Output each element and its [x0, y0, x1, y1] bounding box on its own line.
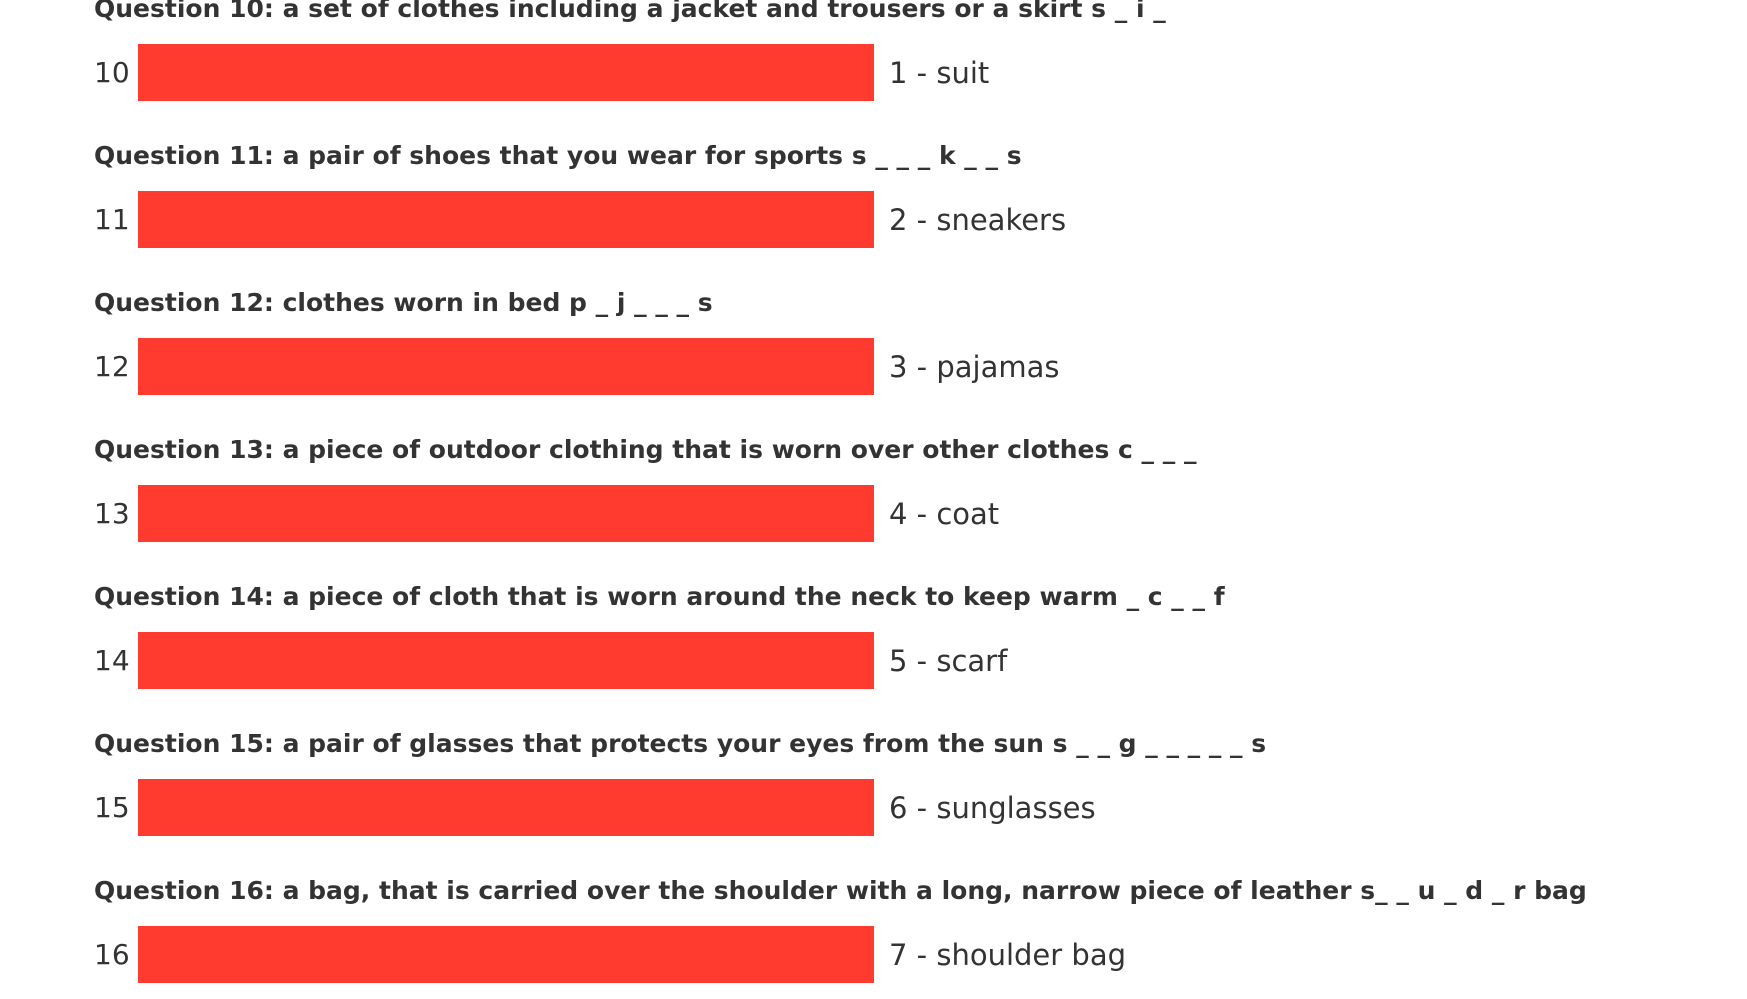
matched-answer: 1 - suit: [889, 56, 990, 90]
question-text: Question 10: a set of clothes including …: [94, 0, 1166, 23]
question-number: 13: [94, 497, 130, 530]
question-block-15: Question 15: a pair of glasses that prot…: [94, 705, 1654, 852]
question-number: 10: [94, 56, 130, 89]
question-block-16: Question 16: a bag, that is carried over…: [94, 852, 1654, 999]
question-block-12: Question 12: clothes worn in bed p _ j _…: [94, 264, 1654, 411]
answer-row: 14 5 - scarf: [94, 632, 1494, 689]
question-number: 14: [94, 644, 130, 677]
matched-answer: 2 - sneakers: [889, 203, 1067, 237]
question-block-14: Question 14: a piece of cloth that is wo…: [94, 558, 1654, 705]
question-number: 11: [94, 203, 130, 236]
question-text: Question 11: a pair of shoes that you we…: [94, 141, 1022, 170]
matched-answer: 5 - scarf: [889, 644, 1008, 678]
matched-answer: 3 - pajamas: [889, 350, 1060, 384]
question-number: 12: [94, 350, 130, 383]
question-block-13: Question 13: a piece of outdoor clothing…: [94, 411, 1654, 558]
answer-drop-zone[interactable]: [138, 191, 874, 248]
question-block-11: Question 11: a pair of shoes that you we…: [94, 117, 1654, 264]
answer-row: 12 3 - pajamas: [94, 338, 1494, 395]
answer-row: 16 7 - shoulder bag: [94, 926, 1494, 983]
answer-drop-zone[interactable]: [138, 632, 874, 689]
quiz-list: Question 10: a set of clothes including …: [94, 0, 1654, 999]
answer-row: 13 4 - coat: [94, 485, 1494, 542]
answer-drop-zone[interactable]: [138, 926, 874, 983]
question-text: Question 12: clothes worn in bed p _ j _…: [94, 288, 713, 317]
answer-row: 11 2 - sneakers: [94, 191, 1494, 248]
answer-drop-zone[interactable]: [138, 779, 874, 836]
question-text: Question 15: a pair of glasses that prot…: [94, 729, 1267, 758]
answer-drop-zone[interactable]: [138, 338, 874, 395]
answer-row: 15 6 - sunglasses: [94, 779, 1494, 836]
answer-row: 10 1 - suit: [94, 44, 1494, 101]
question-number: 16: [94, 938, 130, 971]
question-text: Question 14: a piece of cloth that is wo…: [94, 582, 1225, 611]
question-block-10: Question 10: a set of clothes including …: [94, 0, 1654, 117]
matched-answer: 4 - coat: [889, 497, 1000, 531]
matched-answer: 6 - sunglasses: [889, 791, 1096, 825]
answer-drop-zone[interactable]: [138, 44, 874, 101]
question-text: Question 13: a piece of outdoor clothing…: [94, 435, 1197, 464]
answer-drop-zone[interactable]: [138, 485, 874, 542]
question-text: Question 16: a bag, that is carried over…: [94, 876, 1587, 905]
matched-answer: 7 - shoulder bag: [889, 938, 1126, 972]
question-number: 15: [94, 791, 130, 824]
